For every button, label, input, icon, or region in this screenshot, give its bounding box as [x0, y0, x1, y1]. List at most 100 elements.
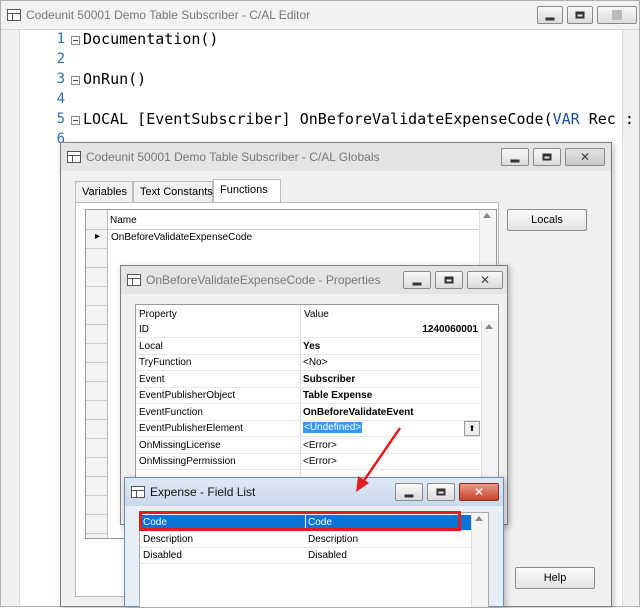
row-selector-cell[interactable]	[86, 306, 107, 325]
code-text: LOCAL [EventSubscriber] OnBeforeValidate…	[83, 110, 553, 128]
row-selector-cell[interactable]	[86, 268, 107, 287]
row-selector-cell[interactable]	[86, 515, 107, 534]
property-row[interactable]: EventFunction OnBeforeValidateEvent	[136, 405, 482, 421]
property-name: EventPublisherObject	[139, 390, 236, 401]
property-value[interactable]: OnBeforeValidateEvent	[303, 407, 414, 418]
fold-toggle-icon[interactable]	[71, 76, 80, 85]
line-number: 1	[56, 31, 65, 47]
property-value[interactable]: <Undefined>	[301, 421, 364, 434]
maximize-icon	[542, 153, 552, 161]
window-icon	[7, 9, 21, 21]
property-row[interactable]: OnMissingPermission <Error>	[136, 454, 482, 470]
row-selector-cell[interactable]	[86, 287, 107, 306]
property-row[interactable]: TryFunction <No>	[136, 355, 482, 371]
close-button[interactable]	[597, 6, 637, 24]
field-list-window: Expense - Field List ✕ Code Code Descripti…	[124, 477, 504, 608]
line-number: 4	[56, 91, 65, 107]
property-row[interactable]: Local Yes	[136, 339, 482, 355]
property-row[interactable]: EventPublisherElement <Undefined> ⬆	[136, 421, 482, 437]
row-marker-icon: ▸	[95, 231, 101, 242]
minimize-icon	[404, 494, 414, 498]
close-icon: ✕	[579, 150, 591, 164]
scroll-up-icon	[475, 516, 483, 521]
lookup-button[interactable]: ⬆	[464, 421, 480, 436]
line-number: 3	[56, 71, 65, 87]
field-row[interactable]: Description Description	[140, 532, 472, 548]
tab-text-constants[interactable]: Text Constants	[133, 181, 213, 202]
row-selector-cell[interactable]	[86, 420, 107, 439]
row-selector-cell[interactable]	[86, 496, 107, 515]
field-caption: Disabled	[308, 550, 347, 561]
property-name: EventFunction	[139, 406, 203, 418]
property-row[interactable]: EventPublisherObject Table Expense	[136, 388, 482, 404]
row-selector-cell[interactable]	[86, 210, 107, 230]
field-name: Description	[143, 533, 194, 545]
property-name: EventPublisherElement	[139, 423, 243, 434]
fieldlist-scrollbar[interactable]	[471, 513, 488, 607]
tab-variables[interactable]: Variables	[75, 181, 133, 202]
column-header-name[interactable]: Name	[110, 215, 137, 226]
code-line[interactable]: LOCAL [EventSubscriber] OnBeforeValidate…	[83, 110, 640, 128]
close-button[interactable]: ✕	[565, 148, 605, 166]
minimize-button[interactable]	[395, 483, 423, 501]
property-value[interactable]: <Error>	[303, 456, 337, 467]
close-icon: ✕	[479, 273, 491, 287]
property-value[interactable]: Yes	[303, 341, 320, 352]
close-button[interactable]: ✕	[467, 271, 503, 289]
maximize-icon	[575, 11, 585, 19]
property-name: OnMissingLicense	[139, 439, 221, 451]
code-line[interactable]: Documentation()	[83, 30, 218, 48]
row-selector-cell[interactable]	[86, 401, 107, 420]
minimize-button[interactable]	[403, 271, 431, 289]
line-number: 5	[56, 111, 65, 127]
row-selector-cell[interactable]	[86, 382, 107, 401]
row-selector-cell[interactable]	[86, 439, 107, 458]
maximize-button[interactable]	[435, 271, 463, 289]
minimize-button[interactable]	[501, 148, 529, 166]
function-row[interactable]: OnBeforeValidateExpenseCode	[111, 232, 252, 243]
tab-functions[interactable]: Functions	[213, 179, 281, 202]
row-selector-cell[interactable]	[86, 249, 107, 268]
row-selector-cell[interactable]	[86, 477, 107, 496]
window-icon	[127, 274, 141, 286]
close-button[interactable]: ✕	[459, 483, 499, 501]
line-number: 2	[56, 51, 65, 67]
maximize-button[interactable]	[427, 483, 455, 501]
minimize-icon	[510, 159, 520, 163]
help-button[interactable]: Help	[515, 567, 595, 589]
property-value[interactable]: Table Expense	[303, 390, 372, 401]
property-row[interactable]: ID 1240060001	[136, 322, 482, 338]
property-value[interactable]: <No>	[303, 357, 327, 368]
property-row[interactable]: OnMissingLicense <Error>	[136, 438, 482, 454]
property-name: ID	[139, 324, 149, 335]
property-value[interactable]: <Error>	[303, 440, 337, 451]
code-line[interactable]: OnRun()	[83, 70, 146, 88]
code-text: Documentation()	[83, 30, 219, 48]
minimize-icon	[545, 17, 555, 21]
row-selector-cell[interactable]	[86, 325, 107, 344]
locals-button[interactable]: Locals	[507, 209, 587, 231]
minimize-button[interactable]	[537, 6, 563, 24]
column-header-property[interactable]: Property	[139, 309, 177, 320]
fold-toggle-icon[interactable]	[71, 116, 80, 125]
column-header-value[interactable]: Value	[304, 309, 329, 320]
row-selector-cell[interactable]	[86, 344, 107, 363]
field-row[interactable]: Disabled Disabled	[140, 548, 472, 564]
editor-gutter	[1, 30, 20, 606]
property-value[interactable]: 1240060001	[422, 324, 478, 335]
field-name: Disabled	[143, 550, 182, 561]
highlight-box	[139, 511, 461, 531]
minimize-icon	[412, 282, 422, 286]
row-selector-cell[interactable]	[86, 458, 107, 477]
close-icon: ✕	[473, 485, 485, 499]
property-row[interactable]: Event Subscriber	[136, 372, 482, 388]
maximize-button[interactable]	[533, 148, 561, 166]
row-selector-column[interactable]	[86, 210, 108, 538]
header-divider	[108, 229, 480, 230]
maximize-button[interactable]	[567, 6, 593, 24]
property-value[interactable]: Subscriber	[303, 374, 355, 385]
fieldlist-title: Expense - Field List	[150, 485, 256, 499]
fold-toggle-icon[interactable]	[71, 36, 80, 45]
row-selector-cell[interactable]	[86, 363, 107, 382]
code-text: OnRun()	[83, 70, 147, 88]
